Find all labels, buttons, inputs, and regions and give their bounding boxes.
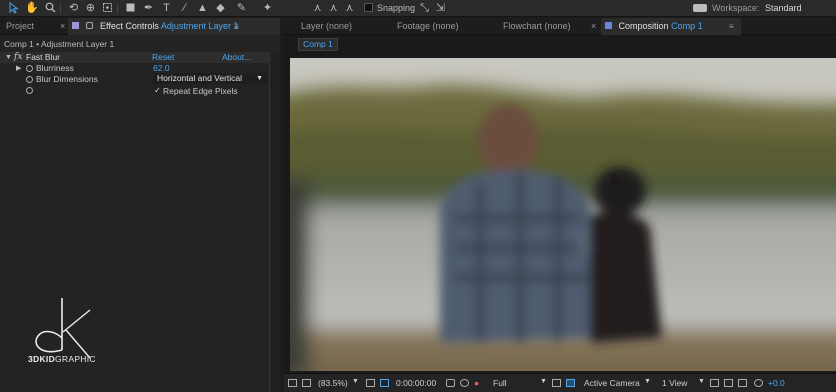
chevron-down-icon[interactable]: ▼ (698, 378, 705, 385)
workspace-icon (693, 4, 707, 12)
viewer-controls-bar: (83.5%) ▼ 0:00:00:00 ● Full ▼ Active Cam… (284, 373, 836, 392)
effect-row-fast-blur[interactable]: ▼ fx Fast Blur Reset About... (0, 52, 270, 63)
stopwatch-icon[interactable] (26, 65, 33, 72)
effect-controls-tab-label: Effect Controls (100, 21, 159, 31)
tab-footage[interactable]: Footage (none) (397, 18, 459, 35)
zoom-dropdown[interactable]: (83.5%) (318, 378, 348, 388)
views-dropdown[interactable]: 1 View (662, 378, 687, 388)
expand-triangle-icon[interactable]: ▶ (16, 63, 21, 74)
roto-brush-tool-icon[interactable]: ✎ (235, 2, 248, 14)
scrollbar[interactable] (271, 54, 279, 392)
pen-tool-icon[interactable]: ✒ (142, 2, 155, 14)
view-axis-mode-icon[interactable]: ⋏ (343, 2, 356, 14)
safe-zones-icon[interactable] (366, 379, 375, 387)
blurriness-label: Blurriness (36, 63, 74, 73)
timeline-icon[interactable] (724, 379, 733, 387)
lock-icon[interactable] (85, 22, 93, 29)
close-tab-icon[interactable]: × (591, 18, 596, 35)
snapshot-camera-icon[interactable] (446, 379, 455, 387)
composition-tab-name: Comp 1 (671, 21, 703, 31)
selection-tool-icon[interactable] (7, 1, 20, 14)
snapping-checkbox[interactable] (364, 3, 373, 12)
clone-stamp-tool-icon[interactable]: ▲ (196, 2, 209, 14)
eraser-tool-icon[interactable]: ◆ (214, 2, 227, 14)
blur-dimensions-label: Blur Dimensions (36, 74, 98, 84)
comp-color-swatch (605, 22, 612, 29)
tools-toolbar: ✋ ⟲ ⊕ ✒ T ⁄ ▲ ◆ ✎ ✦ ⋏ ⋏ ⋏ Snapping ⤡ ⇲ W… (0, 0, 836, 17)
panel-menu-icon[interactable]: ≡ (234, 18, 239, 35)
rectangle-tool-icon[interactable] (124, 2, 137, 14)
type-tool-icon[interactable]: T (160, 2, 173, 14)
chevron-down-icon[interactable]: ▼ (352, 378, 359, 385)
toggle-pixel-aspect-icon[interactable] (710, 379, 719, 387)
puppet-pin-tool-icon[interactable]: ✦ (261, 2, 274, 14)
flowchart-icon[interactable] (738, 379, 747, 387)
stopwatch-icon[interactable] (26, 87, 33, 94)
workspace-selector[interactable]: Standard (765, 3, 802, 13)
camera-orbit-tool-icon[interactable]: ⊕ (84, 2, 97, 14)
breadcrumb: Comp 1 • Adjustment Layer 1 (4, 39, 115, 49)
reset-exposure-icon[interactable] (754, 379, 763, 387)
close-tab-icon[interactable]: × (60, 18, 65, 35)
composition-viewer[interactable] (290, 58, 836, 371)
camera-dropdown[interactable]: Active Camera (584, 378, 640, 388)
local-axis-mode-icon[interactable]: ⋏ (311, 2, 324, 14)
chevron-down-icon[interactable]: ▼ (540, 378, 547, 385)
logo-wordmark: 3DKIDGRAPHIC (28, 354, 96, 364)
brush-tool-icon[interactable]: ⁄ (178, 2, 191, 14)
effect-controls-layer-name: Adjustment Layer 1 (160, 21, 239, 31)
tab-layer[interactable]: Layer (none) (301, 18, 352, 35)
repeat-edge-label: Repeat Edge Pixels (163, 86, 238, 96)
panel-menu-icon[interactable]: ≡ (729, 18, 734, 35)
composition-tab-label: Composition (618, 21, 669, 31)
world-axis-mode-icon[interactable]: ⋏ (327, 2, 340, 14)
snap-edges-icon[interactable]: ⤡ (418, 2, 431, 14)
tab-composition[interactable]: Composition Comp 1 ≡ (601, 18, 741, 35)
effect-name: Fast Blur (26, 52, 61, 62)
zoom-tool-icon[interactable] (44, 2, 57, 14)
transparency-grid-icon[interactable] (566, 379, 575, 387)
chevron-down-icon: ▼ (256, 75, 263, 82)
chevron-down-icon[interactable]: ▼ (644, 378, 651, 385)
show-snapshot-icon[interactable] (460, 379, 469, 387)
comp-breadcrumb-button[interactable]: Comp 1 (298, 38, 338, 51)
resolution-dropdown[interactable]: Full (493, 378, 507, 388)
region-of-interest-icon[interactable] (380, 379, 389, 387)
toolbar-divider (117, 3, 118, 14)
left-tabbar: Project × Effect Controls Adjustment Lay… (0, 18, 280, 35)
layer-color-swatch (72, 22, 79, 29)
workspace-label: Workspace: (712, 3, 760, 13)
tab-effect-controls[interactable]: Effect Controls Adjustment Layer 1 ≡ (68, 18, 280, 35)
toolbar-divider (60, 3, 61, 14)
fx-toggle[interactable]: fx (14, 52, 22, 63)
always-preview-icon[interactable] (288, 379, 297, 387)
repeat-edge-checkbox[interactable]: ✓ (154, 87, 161, 95)
column-divider (269, 54, 270, 392)
channel-color-icon[interactable]: ● (474, 378, 479, 388)
collapse-triangle-icon[interactable]: ▼ (5, 52, 12, 63)
right-tabbar: Layer (none) Footage (none) Flowchart (n… (284, 18, 836, 35)
tab-project[interactable]: Project (6, 18, 54, 35)
tab-flowchart[interactable]: Flowchart (none) (503, 18, 571, 35)
reset-link[interactable]: Reset (152, 52, 174, 63)
blur-dimensions-dropdown[interactable]: Horizontal and Vertical ▼ (153, 73, 267, 84)
rotate-tool-icon[interactable]: ⟲ (67, 2, 80, 14)
pan-behind-tool-icon[interactable] (101, 2, 114, 14)
fast-previews-icon[interactable] (552, 379, 561, 387)
blurred-photo-preview (290, 58, 836, 371)
about-link[interactable]: About... (222, 52, 251, 63)
exposure-value[interactable]: +0.0 (768, 378, 785, 388)
hand-tool-icon[interactable]: ✋ (25, 2, 39, 14)
stopwatch-icon[interactable] (26, 76, 33, 83)
monitor-icon[interactable] (302, 379, 311, 387)
timecode-display[interactable]: 0:00:00:00 (396, 378, 436, 388)
snap-features-icon[interactable]: ⇲ (434, 2, 447, 14)
snapping-label: Snapping (377, 3, 416, 13)
3dkid-logo (30, 298, 110, 388)
